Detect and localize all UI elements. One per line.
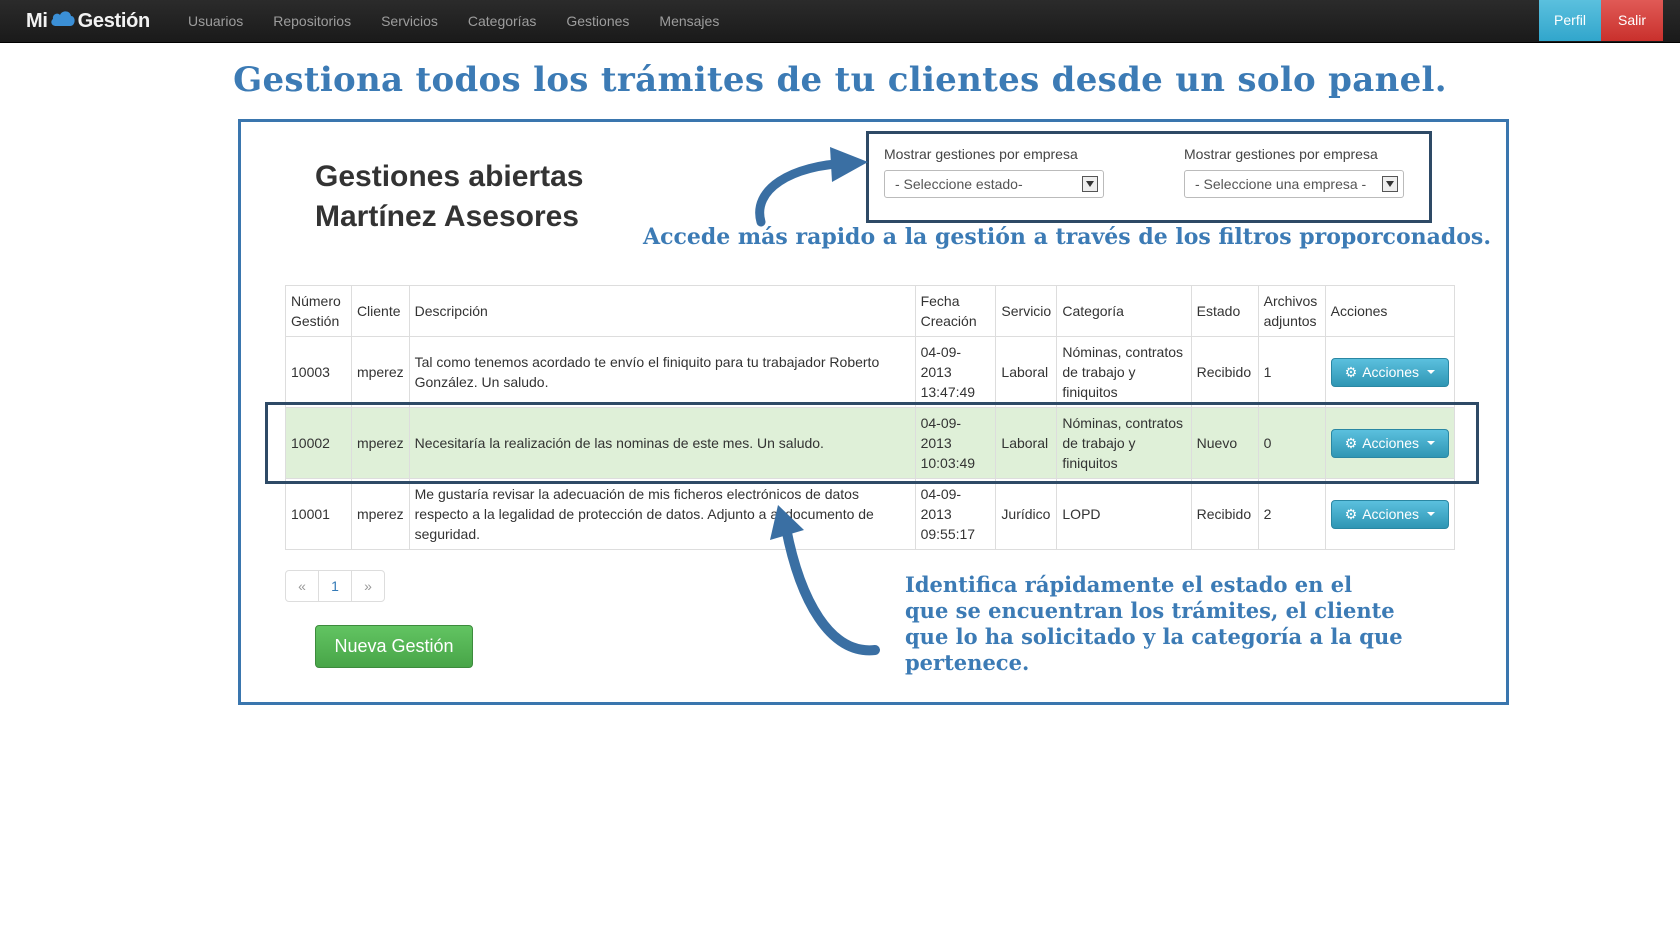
curved-arrow-to-filters	[755, 147, 868, 227]
annotation-arrows	[755, 147, 880, 656]
curved-arrow-to-row	[770, 505, 880, 656]
